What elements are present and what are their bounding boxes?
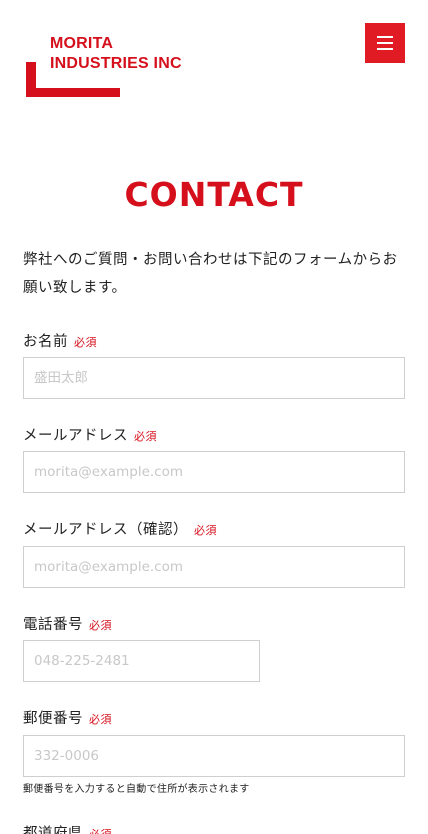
name-label-text: お名前 <box>23 334 68 350</box>
menu-button[interactable] <box>365 23 405 63</box>
logo-line-2: INDUSTRIES INC <box>50 55 182 72</box>
zip-label-text: 郵便番号 <box>23 711 83 727</box>
required-badge: 必須 <box>89 619 112 632</box>
page-title: CONTACT <box>124 175 304 214</box>
required-badge: 必須 <box>89 713 112 726</box>
zip-label: 郵便番号 必須 <box>23 707 112 728</box>
prefecture-label: 都道府県必須 <box>23 822 112 834</box>
zip-field[interactable] <box>23 735 405 777</box>
required-badge: 必須 <box>89 828 112 834</box>
prefecture-label-text: 都道府県 <box>23 826 83 834</box>
hamburger-menu-icon-bar <box>377 42 393 44</box>
email-confirm-label: メールアドレス（確認） 必須 <box>23 518 217 539</box>
company-logo[interactable]: MORITA INDUSTRIES INC <box>26 34 201 98</box>
phone-field[interactable] <box>23 640 260 682</box>
required-badge: 必須 <box>134 430 157 443</box>
phone-label: 電話番号 必須 <box>23 613 112 634</box>
email-confirm-field[interactable] <box>23 546 405 588</box>
required-badge: 必須 <box>74 336 97 349</box>
required-badge: 必須 <box>194 524 217 537</box>
phone-label-text: 電話番号 <box>23 617 83 633</box>
name-field[interactable] <box>23 357 405 399</box>
email-confirm-label-text: メールアドレス（確認） <box>23 522 188 538</box>
name-label: お名前 必須 <box>23 330 97 351</box>
zip-hint: 郵便番号を入力すると自動で住所が表示されます <box>23 784 250 795</box>
email-field[interactable] <box>23 451 405 493</box>
email-label-text: メールアドレス <box>23 428 128 444</box>
email-label: メールアドレス 必須 <box>23 424 157 445</box>
logo-mark-horizontal <box>26 88 120 97</box>
hamburger-menu-icon-bar <box>377 48 393 50</box>
logo-line-1: MORITA <box>50 35 114 52</box>
logo-wordmark: MORITA INDUSTRIES INC <box>50 34 182 74</box>
hamburger-menu-icon <box>377 36 393 38</box>
intro-text: 弊社へのご質問・お問い合わせは下記のフォームからお願い致します。 <box>23 252 398 296</box>
